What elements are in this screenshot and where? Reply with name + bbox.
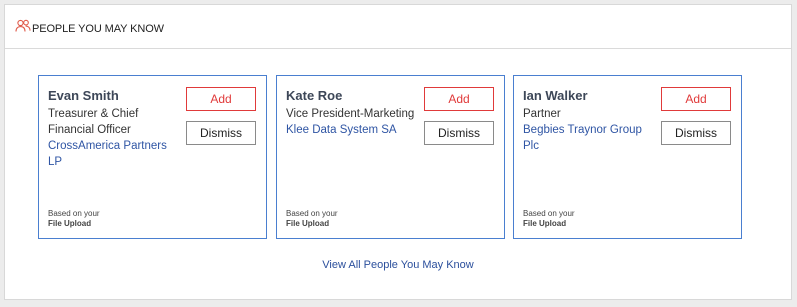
person-title: Treasurer & Chief Financial Officer: [48, 108, 139, 136]
person-card: Kate Roe Vice President-Marketing Klee D…: [276, 75, 505, 239]
basis-label: Based on your: [48, 209, 100, 218]
add-button[interactable]: Add: [186, 87, 256, 111]
dismiss-button[interactable]: Dismiss: [661, 121, 731, 145]
view-all-link[interactable]: View All People You May Know: [5, 259, 791, 271]
people-icon: [15, 19, 31, 32]
person-title-block: Partner Begbies Traynor Group Plc: [523, 106, 658, 154]
person-company[interactable]: CrossAmerica Partners LP: [48, 138, 183, 170]
dismiss-button[interactable]: Dismiss: [186, 121, 256, 145]
person-title-block: Treasurer & Chief Financial Officer Cros…: [48, 106, 183, 170]
panel-header: PEOPLE YOU MAY KNOW: [5, 5, 791, 49]
person-title-block: Vice President-Marketing Klee Data Syste…: [286, 106, 421, 138]
person-card: Evan Smith Treasurer & Chief Financial O…: [38, 75, 267, 239]
basis-source: File Upload: [48, 219, 92, 228]
basis-label: Based on your: [523, 209, 575, 218]
people-you-may-know-panel: PEOPLE YOU MAY KNOW Evan Smith Treasurer…: [4, 4, 792, 300]
person-title: Partner: [523, 108, 561, 120]
add-button[interactable]: Add: [661, 87, 731, 111]
person-name[interactable]: Ian Walker: [523, 88, 588, 103]
person-name[interactable]: Kate Roe: [286, 88, 342, 103]
suggestion-basis: Based on your File Upload: [286, 209, 338, 229]
suggestion-basis: Based on your File Upload: [523, 209, 575, 229]
person-name[interactable]: Evan Smith: [48, 88, 119, 103]
person-card: Ian Walker Partner Begbies Traynor Group…: [513, 75, 742, 239]
basis-source: File Upload: [286, 219, 330, 228]
person-company[interactable]: Klee Data System SA: [286, 122, 421, 138]
person-company[interactable]: Begbies Traynor Group Plc: [523, 122, 658, 154]
basis-source: File Upload: [523, 219, 567, 228]
person-title: Vice President-Marketing: [286, 108, 415, 120]
suggestion-basis: Based on your File Upload: [48, 209, 100, 229]
add-button[interactable]: Add: [424, 87, 494, 111]
panel-title: PEOPLE YOU MAY KNOW: [32, 23, 164, 35]
dismiss-button[interactable]: Dismiss: [424, 121, 494, 145]
basis-label: Based on your: [286, 209, 338, 218]
